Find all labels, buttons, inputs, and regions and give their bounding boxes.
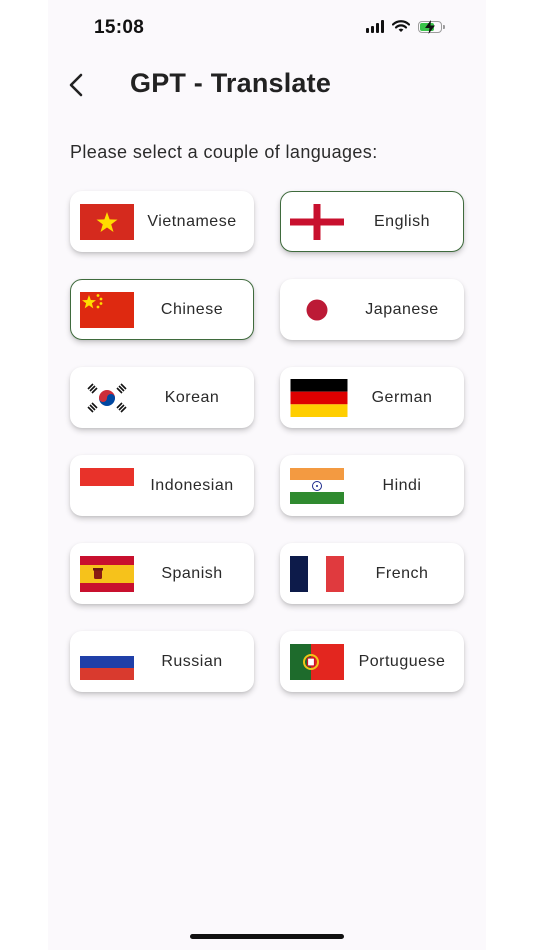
language-label: Vietnamese	[147, 212, 237, 230]
language-card-hindi[interactable]: Hindi	[280, 455, 464, 516]
korea-flag-icon	[80, 379, 134, 416]
language-label: German	[371, 388, 433, 406]
language-card-korean[interactable]: Korean	[70, 367, 254, 428]
germany-flag-icon	[290, 378, 348, 417]
home-indicator[interactable]	[190, 934, 344, 939]
language-label: Portuguese	[358, 652, 446, 670]
status-icons	[366, 19, 445, 34]
cellular-signal-icon	[366, 20, 384, 33]
wifi-icon	[392, 20, 410, 32]
chevron-left-icon	[69, 73, 83, 97]
language-card-indonesian[interactable]: Indonesian	[70, 455, 254, 516]
france-flag-icon	[290, 555, 344, 592]
england-flag-icon	[290, 203, 344, 240]
vietnam-flag-icon	[80, 203, 134, 240]
language-label: English	[374, 212, 430, 230]
language-card-japanese[interactable]: Japanese	[280, 279, 464, 340]
india-flag-icon	[290, 467, 344, 504]
language-card-german[interactable]: German	[280, 367, 464, 428]
language-label: French	[375, 564, 429, 582]
language-grid: Vietnamese English Chinese Japanese Kore…	[70, 191, 464, 692]
spain-flag-icon	[80, 555, 134, 592]
language-card-russian[interactable]: Russian	[70, 631, 254, 692]
indonesia-flag-icon	[80, 467, 134, 504]
back-button[interactable]	[62, 70, 90, 100]
language-label: Korean	[164, 388, 220, 406]
language-label: Indonesian	[150, 476, 234, 494]
app-screen: 15:08 GPT - Translate Please select a co…	[48, 0, 486, 950]
language-label: Chinese	[160, 300, 224, 318]
page-title: GPT - Translate	[130, 68, 332, 98]
japan-flag-icon	[290, 291, 344, 328]
russia-flag-icon	[80, 643, 134, 680]
battery-icon	[418, 19, 445, 34]
status-time: 15:08	[94, 17, 145, 38]
language-card-chinese[interactable]: Chinese	[70, 279, 254, 340]
instruction-text: Please select a couple of languages:	[70, 142, 378, 162]
language-label: Japanese	[365, 300, 439, 318]
language-card-french[interactable]: French	[280, 543, 464, 604]
language-card-vietnamese[interactable]: Vietnamese	[70, 191, 254, 252]
portugal-flag-icon	[290, 643, 344, 680]
language-card-spanish[interactable]: Spanish	[70, 543, 254, 604]
language-card-portuguese[interactable]: Portuguese	[280, 631, 464, 692]
china-flag-icon	[80, 291, 134, 328]
language-label: Hindi	[382, 476, 422, 494]
language-label: Spanish	[161, 564, 223, 582]
language-label: Russian	[161, 652, 223, 670]
language-card-english[interactable]: English	[280, 191, 464, 252]
